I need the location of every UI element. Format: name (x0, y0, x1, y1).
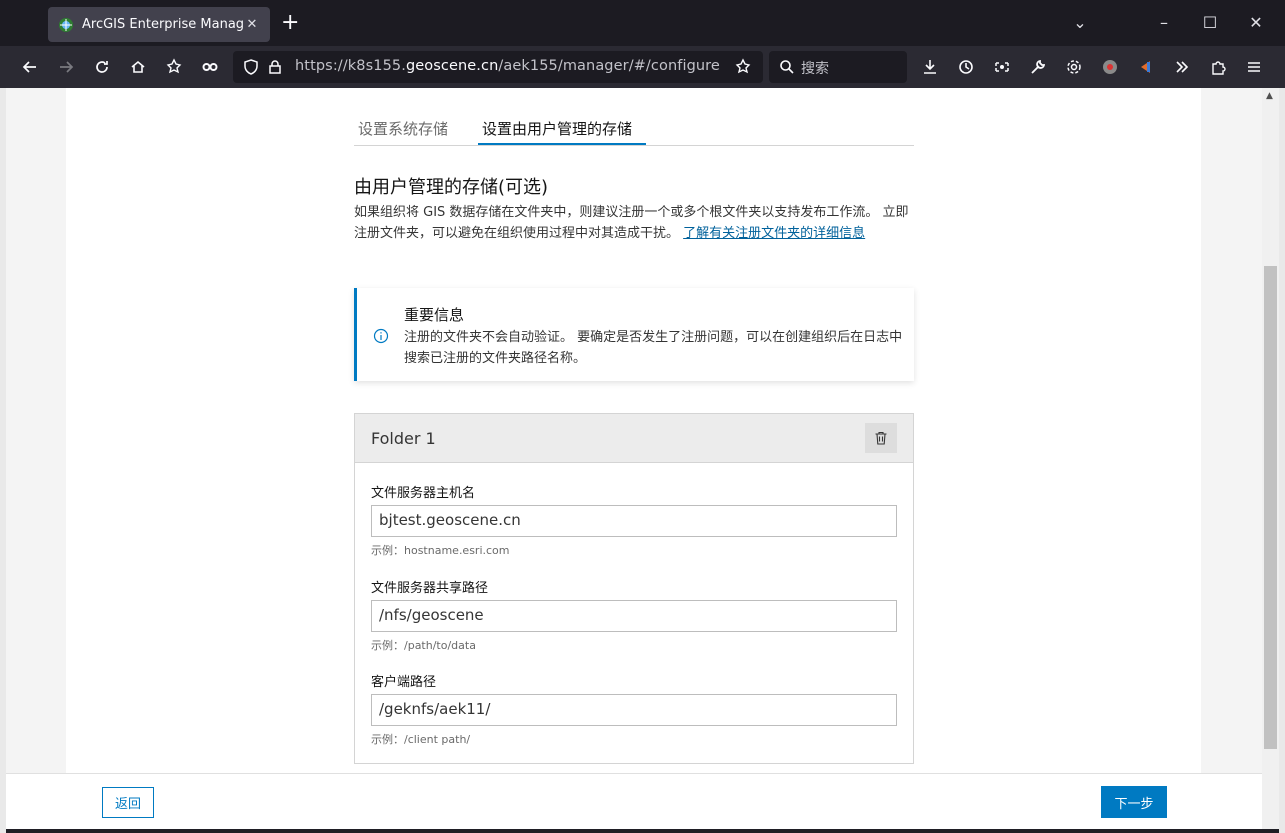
page-viewport: 设置系统存储 设置由用户管理的存储 由用户管理的存储(可选) 如果组织将 GIS… (6, 88, 1262, 829)
tab-system-storage[interactable]: 设置系统存储 (358, 118, 448, 139)
forward-arrow-icon[interactable] (54, 55, 78, 79)
folder-title: Folder 1 (371, 429, 436, 448)
list-all-tabs-icon[interactable]: ⌄ (1068, 12, 1092, 34)
search-box[interactable]: 搜索 (769, 51, 907, 83)
address-bar[interactable]: https://k8s155.geoscene.cn/aek155/manage… (233, 51, 763, 83)
browser-tab-bar: ArcGIS Enterprise Manager ✕ + ⌄ – ☐ ✕ (0, 0, 1285, 46)
extension-icon[interactable] (1134, 55, 1158, 79)
search-placeholder: 搜索 (801, 61, 829, 77)
tab-close-icon[interactable]: ✕ (244, 17, 260, 32)
extensions-puzzle-icon[interactable] (1206, 55, 1230, 79)
window-close-icon[interactable]: ✕ (1244, 12, 1268, 34)
section-title: 由用户管理的存储(可选) (354, 177, 549, 198)
folder-header: Folder 1 (355, 414, 913, 463)
wrench-icon[interactable] (1026, 55, 1050, 79)
scrollbar-thumb[interactable] (1264, 266, 1277, 749)
hamburger-menu-icon[interactable] (1242, 55, 1266, 79)
download-icon[interactable] (918, 55, 942, 79)
wizard-footer: 返回 下一步 (6, 773, 1262, 829)
client-path-hint: 示例：/client path/ (371, 733, 471, 746)
tab-title: ArcGIS Enterprise Manager (82, 17, 244, 32)
history-clock-icon[interactable] (954, 55, 978, 79)
url-host: geoscene.cn (405, 58, 499, 74)
new-tab-icon[interactable]: + (281, 12, 299, 34)
notice-text: 注册的文件夹不会自动验证。 要确定是否发生了注册问题，可以在创建组织后在日志中搜… (404, 330, 903, 366)
page-scrollbar[interactable]: ▲ (1262, 88, 1279, 829)
minimize-icon[interactable]: – (1152, 12, 1176, 34)
share-path-hint: 示例：/path/to/data (371, 639, 476, 652)
home-icon[interactable] (126, 55, 150, 79)
settings-gear-icon[interactable] (1062, 55, 1086, 79)
hostname-input[interactable]: bjtest.geoscene.cn (371, 505, 897, 537)
back-button[interactable]: 返回 (102, 787, 154, 818)
section-description: 如果组织将 GIS 数据存储在文件夹中，则建议注册一个或多个根文件夹以支持发布工… (354, 202, 914, 244)
screenshot-icon[interactable] (990, 55, 1014, 79)
active-tab-indicator (478, 143, 646, 145)
private-mask-icon[interactable] (198, 55, 222, 79)
notice-title: 重要信息 (404, 306, 465, 324)
important-notice: 重要信息 注册的文件夹不会自动验证。 要确定是否发生了注册问题，可以在创建组织后… (354, 288, 914, 381)
hostname-label: 文件服务器主机名 (371, 486, 476, 501)
bookmark-star-icon[interactable] (731, 55, 755, 79)
bookmark-manager-icon[interactable] (162, 55, 186, 79)
delete-folder-button[interactable] (865, 423, 897, 453)
overflow-chevrons-icon[interactable] (1170, 55, 1194, 79)
client-path-input[interactable]: /geknfs/aek11/ (371, 694, 897, 726)
hostname-hint: 示例：hostname.esri.com (371, 544, 510, 557)
maximize-icon[interactable]: ☐ (1198, 12, 1222, 34)
folder-card: Folder 1 文件服务器主机名 bjtest.geoscene.cn 示例：… (354, 413, 914, 764)
window-frame-right (1279, 88, 1285, 833)
storage-tabs: 设置系统存储 设置由用户管理的存储 (354, 108, 914, 146)
lock-icon[interactable] (263, 55, 287, 79)
scroll-up-arrow-icon[interactable]: ▲ (1266, 91, 1273, 101)
browser-nav-bar: https://k8s155.geoscene.cn/aek155/manage… (0, 46, 1285, 88)
share-path-label: 文件服务器共享路径 (371, 581, 489, 596)
learn-more-link[interactable]: 了解有关注册文件夹的详细信息 (683, 226, 865, 241)
url-prefix: https://k8s155. (295, 58, 406, 74)
tab-user-managed-storage[interactable]: 设置由用户管理的存储 (482, 118, 632, 139)
trash-icon (875, 431, 887, 445)
share-path-input[interactable]: /nfs/geoscene (371, 600, 897, 632)
arcgis-favicon-icon (59, 17, 73, 32)
next-button[interactable]: 下一步 (1101, 786, 1167, 818)
client-path-label: 客户端路径 (371, 675, 437, 690)
back-arrow-icon[interactable] (18, 55, 42, 79)
url-path: /aek155/manager/#/configure (498, 58, 720, 74)
browser-tab[interactable]: ArcGIS Enterprise Manager ✕ (48, 7, 270, 42)
content-panel: 设置系统存储 设置由用户管理的存储 由用户管理的存储(可选) 如果组织将 GIS… (66, 88, 1201, 778)
info-icon (373, 328, 389, 344)
search-icon (775, 55, 799, 79)
reload-icon[interactable] (90, 55, 114, 79)
extension-globe-icon[interactable] (1098, 55, 1122, 79)
url-text[interactable]: https://k8s155.geoscene.cn/aek155/manage… (295, 58, 720, 74)
shield-icon[interactable] (239, 55, 263, 79)
